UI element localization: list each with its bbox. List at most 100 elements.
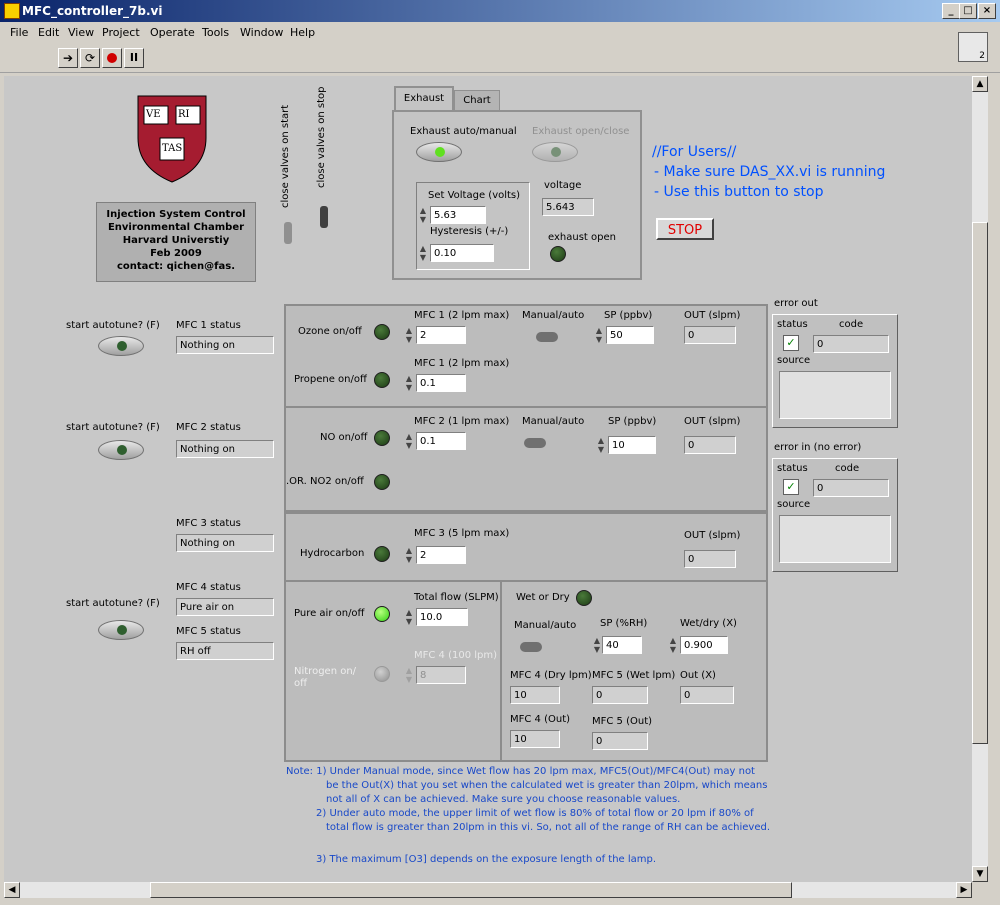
pure-air-led[interactable]	[374, 606, 390, 622]
total-flow-spinner[interactable]: ▲ ▼	[404, 608, 414, 626]
total-flow-input[interactable]: 10.0	[416, 608, 468, 626]
note-line-2: be the Out(X) that you set when the calc…	[326, 780, 768, 791]
tab-chart[interactable]: Chart	[454, 90, 500, 112]
vertical-scrollbar[interactable]: ▲ ▼	[972, 76, 988, 882]
voltage-indicator: 5.643	[542, 198, 594, 216]
run-continuous-icon[interactable]: ⟳	[80, 48, 100, 68]
set-voltage-spinner[interactable]: ▲ ▼	[418, 206, 428, 224]
mfc2-mode-switch[interactable]	[524, 438, 546, 448]
close-valves-stop-label: close valves on stop	[316, 86, 327, 188]
mfc4-100-spinner[interactable]: ▲ ▼	[404, 666, 414, 684]
wet-dry-led[interactable]	[576, 590, 592, 606]
nitrogen-led[interactable]	[374, 666, 390, 682]
horizontal-scroll-thumb[interactable]	[150, 882, 792, 898]
close-valves-start-switch[interactable]	[284, 222, 292, 244]
error-in-code[interactable]: 0	[813, 479, 889, 497]
mfc1-mode-switch[interactable]	[536, 332, 558, 342]
stop-button[interactable]: STOP	[656, 218, 714, 240]
vertical-scroll-thumb[interactable]	[972, 222, 988, 744]
menu-bar: File Edit View Project Operate Tools Win…	[0, 22, 1000, 42]
hysteresis-input[interactable]: 0.10	[430, 244, 494, 262]
set-voltage-input[interactable]: 5.63	[430, 206, 486, 224]
autotune-2-button[interactable]	[98, 440, 144, 460]
abort-icon[interactable]	[102, 48, 122, 68]
close-valves-stop-switch[interactable]	[320, 206, 328, 228]
mfc2-sp-spinner[interactable]: ▲ ▼	[596, 436, 606, 454]
mfc2-spinner[interactable]: ▲ ▼	[404, 432, 414, 450]
mfc1-sp-input[interactable]: 50	[606, 326, 654, 344]
wet-dry-x-spinner[interactable]: ▲ ▼	[668, 636, 678, 654]
minimize-button[interactable]: _	[942, 3, 960, 19]
horizontal-scrollbar[interactable]: ◀ ▶	[4, 882, 972, 898]
autotune-3-label: start autotune? (F)	[66, 598, 160, 609]
exhaust-auto-button[interactable]	[416, 142, 462, 162]
propene-led[interactable]	[374, 372, 390, 388]
ozone-led[interactable]	[374, 324, 390, 340]
error-in-cluster: status code ✓ 0 source	[772, 458, 898, 572]
scroll-down-icon[interactable]: ▼	[972, 866, 988, 882]
mfc1-spinner[interactable]: ▲ ▼	[404, 326, 414, 344]
mfc3-input[interactable]: 2	[416, 546, 466, 564]
harvard-shield-icon	[137, 95, 207, 183]
run-arrow-icon[interactable]: ➔	[58, 48, 78, 68]
scroll-left-icon[interactable]: ◀	[4, 882, 20, 898]
menu-view[interactable]: View	[68, 26, 94, 39]
menu-project[interactable]: Project	[102, 26, 140, 39]
menu-tools[interactable]: Tools	[202, 26, 229, 39]
mfc3-label: MFC 3 (5 lpm max)	[414, 528, 510, 539]
note-line-3: not all of X can be achieved. Make sure …	[326, 794, 681, 805]
close-button[interactable]: ×	[978, 3, 996, 19]
menu-help[interactable]: Help	[290, 26, 315, 39]
scroll-up-icon[interactable]: ▲	[972, 76, 988, 92]
hysteresis-spinner[interactable]: ▲ ▼	[418, 244, 428, 262]
autotune-1-button[interactable]	[98, 336, 144, 356]
hydrocarbon-led[interactable]	[374, 546, 390, 562]
no-label: NO on/off	[320, 432, 368, 443]
wet-mode-label: Manual/auto	[514, 620, 577, 631]
error-out-status-check[interactable]: ✓	[783, 335, 799, 351]
error-in-status-check[interactable]: ✓	[783, 479, 799, 495]
mfc1-input[interactable]: 2	[416, 326, 466, 344]
no-led[interactable]	[374, 430, 390, 446]
exhaust-open-led-label: exhaust open	[548, 232, 616, 243]
hysteresis-label: Hysteresis (+/-)	[430, 226, 509, 237]
mfc1-out: 0	[684, 326, 736, 344]
wet-sp-input[interactable]: 40	[602, 636, 642, 654]
propene-label: Propene on/off	[294, 374, 367, 385]
menu-edit[interactable]: Edit	[38, 26, 59, 39]
mfc2-input[interactable]: 0.1	[416, 432, 466, 450]
error-in-source[interactable]	[779, 515, 891, 563]
mfc1-sp-spinner[interactable]: ▲ ▼	[594, 326, 604, 344]
mfc3-spinner[interactable]: ▲ ▼	[404, 546, 414, 564]
menu-operate[interactable]: Operate	[150, 26, 195, 39]
menu-window[interactable]: Window	[240, 26, 283, 39]
pause-icon[interactable]: II	[124, 48, 144, 68]
no2-led[interactable]	[374, 474, 390, 490]
mfc1-spinner-2[interactable]: ▲ ▼	[404, 374, 414, 392]
scroll-right-icon[interactable]: ▶	[956, 882, 972, 898]
wet-sp-spinner[interactable]: ▲ ▼	[592, 636, 602, 654]
mfc1-input-2[interactable]: 0.1	[416, 374, 466, 392]
mfc2-sp-input[interactable]: 10	[608, 436, 656, 454]
info-line: Feb 2009	[150, 248, 202, 259]
pure-air-label: Pure air on/off	[294, 608, 365, 619]
mfc3-out: 0	[684, 550, 736, 568]
users-note-2: - Make sure DAS_XX.vi is running	[654, 164, 886, 180]
shield-text-2: RI	[178, 109, 190, 120]
wet-mode-switch[interactable]	[520, 642, 542, 652]
tab-exhaust[interactable]: Exhaust	[394, 86, 454, 112]
mfc2-status-label: MFC 2 status	[176, 422, 241, 433]
maximize-button[interactable]: □	[959, 3, 977, 19]
exhaust-open-button[interactable]	[532, 142, 578, 162]
close-valves-start-label: close valves on start	[280, 104, 291, 208]
connector-pane-icon[interactable]: 2	[958, 32, 988, 62]
users-note-1: //For Users//	[652, 144, 737, 160]
mfc4-100-input[interactable]: 8	[416, 666, 466, 684]
menu-file[interactable]: File	[10, 26, 28, 39]
autotune-1-label: start autotune? (F)	[66, 320, 160, 331]
exhaust-open-led	[550, 246, 566, 262]
mfc1-status: Nothing on	[176, 336, 274, 354]
wet-sp-label: SP (%RH)	[600, 618, 648, 629]
wet-dry-x-input[interactable]: 0.900	[680, 636, 728, 654]
autotune-3-button[interactable]	[98, 620, 144, 640]
